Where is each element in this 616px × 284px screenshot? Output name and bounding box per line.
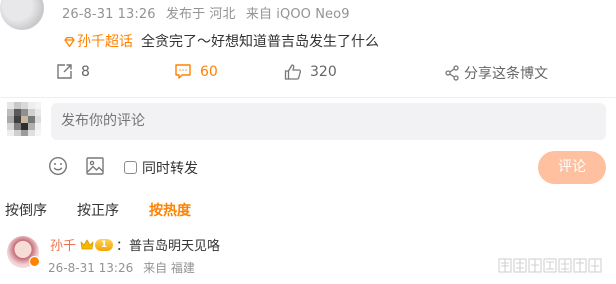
divider bbox=[0, 97, 616, 98]
repost-button[interactable]: 8 bbox=[56, 63, 90, 80]
share-button[interactable]: 分享这条博文 bbox=[444, 63, 548, 83]
emoji-icon bbox=[48, 156, 68, 176]
image-icon bbox=[86, 157, 104, 175]
sort-forward[interactable]: 按正序 bbox=[77, 200, 119, 220]
repost-count: 8 bbox=[81, 63, 90, 80]
share-label: 分享这条博文 bbox=[464, 66, 548, 82]
sort-hot[interactable]: 按热度 bbox=[149, 200, 191, 220]
vip-level: 1 bbox=[95, 238, 114, 251]
crown-icon bbox=[80, 239, 94, 249]
reply-source: 来自 福建 bbox=[143, 261, 195, 275]
share-icon bbox=[445, 65, 459, 81]
author-avatar[interactable] bbox=[0, 0, 44, 30]
repost-checkbox-label[interactable]: 同时转发 bbox=[142, 158, 198, 178]
like-count: 320 bbox=[310, 64, 337, 80]
vip-badge[interactable]: 1 bbox=[80, 238, 114, 251]
emoji-button[interactable] bbox=[48, 156, 68, 180]
submit-comment-button[interactable]: 评论 bbox=[538, 151, 606, 184]
reply-meta: 26-8-31 13:26 来自 福建 bbox=[48, 259, 201, 276]
reply-username[interactable]: 孙千 bbox=[50, 235, 76, 254]
post-text: 全贪完了～好想知道普吉岛发生了什么 bbox=[141, 34, 379, 50]
comment-input[interactable] bbox=[51, 103, 606, 140]
verified-badge-icon bbox=[29, 256, 40, 267]
watermark-icon bbox=[498, 258, 602, 273]
thumbs-up-icon bbox=[284, 64, 302, 80]
post-meta: 26-8-31 13:26 发布于 河北 来自 iQOO Neo9 bbox=[62, 3, 356, 22]
reply-content: 孙千 1 ：普吉岛明天见咯 bbox=[50, 235, 220, 254]
post-content: 孙千超话 全贪完了～好想知道普吉岛发生了什么 bbox=[64, 31, 379, 51]
post-device: 来自 iQOO Neo9 bbox=[245, 7, 350, 22]
diamond-icon bbox=[64, 37, 75, 47]
like-button[interactable]: 320 bbox=[284, 63, 337, 81]
reply-date: 26-8-31 13:26 bbox=[48, 261, 134, 275]
reply-text: ：普吉岛明天见咯 bbox=[116, 239, 221, 254]
repost-icon bbox=[57, 64, 72, 79]
post-location: 发布于 河北 bbox=[165, 7, 236, 22]
comment-icon bbox=[175, 64, 191, 79]
image-upload-button[interactable] bbox=[85, 156, 105, 180]
my-avatar[interactable] bbox=[7, 102, 41, 136]
post-date[interactable]: 26-8-31 13:26 bbox=[62, 7, 156, 22]
supertopic-link[interactable]: 孙千超话 bbox=[64, 34, 133, 50]
supertopic-label: 孙千超话 bbox=[77, 34, 133, 50]
repost-checkbox[interactable] bbox=[124, 161, 137, 174]
sort-reverse[interactable]: 按倒序 bbox=[5, 200, 47, 220]
comment-count: 60 bbox=[200, 63, 218, 80]
comment-button[interactable]: 60 bbox=[174, 63, 218, 80]
